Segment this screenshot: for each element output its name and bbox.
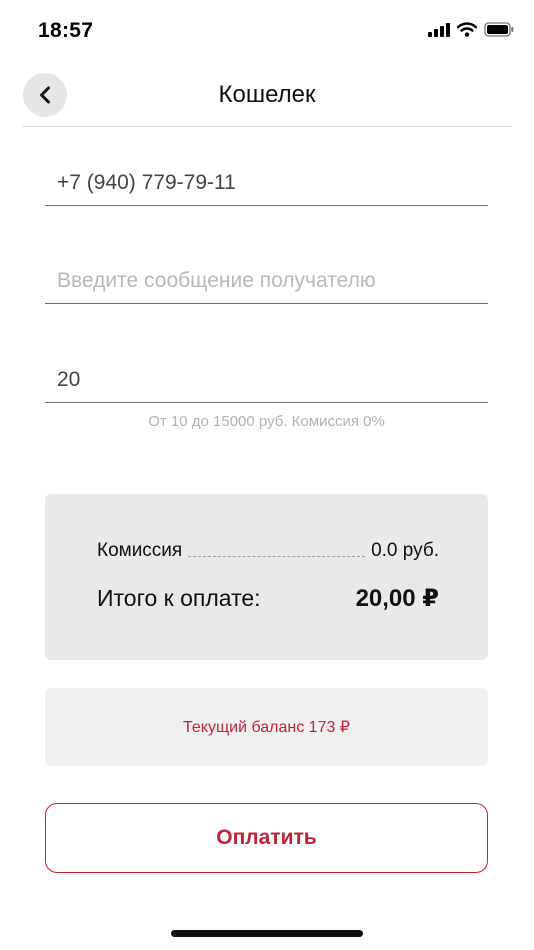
signal-icon [428,22,450,37]
amount-input[interactable] [57,368,477,392]
commission-value: 0.0 руб. [371,540,439,561]
total-label: Итого к оплате: [97,585,261,611]
page-title: Кошелек [218,81,316,108]
commission-label: Комиссия [97,540,183,561]
home-indicator [171,930,363,937]
balance-card: Текущий баланс 173 ₽ [45,688,488,766]
message-input[interactable] [57,269,477,293]
amount-field [45,347,488,403]
message-field [45,248,488,304]
status-bar: 18:57 [0,0,534,64]
current-balance: Текущий баланс 173 ₽ [183,719,350,736]
pay-button[interactable]: Оплатить [45,803,488,873]
pay-button-label: Оплатить [216,826,317,849]
dotted-leader [188,556,366,557]
commission-row: Комиссия 0.0 руб. [97,540,439,562]
status-icons [428,22,514,37]
payment-summary-card: Комиссия 0.0 руб. Итого к оплате: 20,00 … [45,494,488,660]
status-time: 18:57 [38,19,94,42]
total-row: Итого к оплате: 20,00 ₽ [97,584,439,613]
phone-field [45,150,488,206]
wifi-icon [457,22,477,37]
battery-icon [484,22,514,37]
phone-input[interactable] [57,171,477,195]
header: Кошелек [22,70,512,127]
total-value: 20,00 ₽ [355,585,439,612]
amount-hint: От 10 до 15000 руб. Комиссия 0% [148,413,385,430]
